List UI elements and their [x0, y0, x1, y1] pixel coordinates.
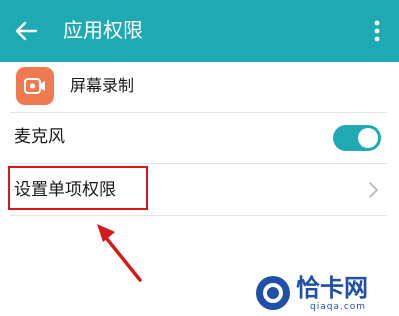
more-options-button[interactable]: [367, 16, 387, 46]
arrow-left-icon: [15, 21, 37, 41]
microphone-label: 麦克风: [14, 127, 65, 147]
annotation-highlight-box: [8, 166, 148, 210]
chevron-right-icon: [369, 182, 378, 198]
annotation-arrow-icon: [97, 224, 142, 282]
app-name: 屏幕录制: [70, 76, 135, 95]
microphone-toggle[interactable]: [333, 125, 381, 151]
microphone-setting-row[interactable]: 麦克风: [0, 113, 399, 163]
screen-recorder-icon: [16, 67, 54, 105]
divider: [10, 215, 387, 216]
app-bar: 应用权限: [0, 0, 399, 62]
watermark-text: 恰卡网: [296, 274, 368, 302]
page-title: 应用权限: [63, 18, 143, 42]
more-vertical-icon: [374, 20, 380, 42]
watermark-url: qiaqa.com: [310, 302, 367, 312]
watermark-logo-icon: [256, 276, 290, 310]
toggle-knob: [358, 128, 378, 148]
app-info-row: 屏幕录制: [0, 62, 399, 112]
back-button[interactable]: [10, 15, 42, 47]
watermark: 恰卡网 qiaqa.com: [256, 272, 396, 314]
